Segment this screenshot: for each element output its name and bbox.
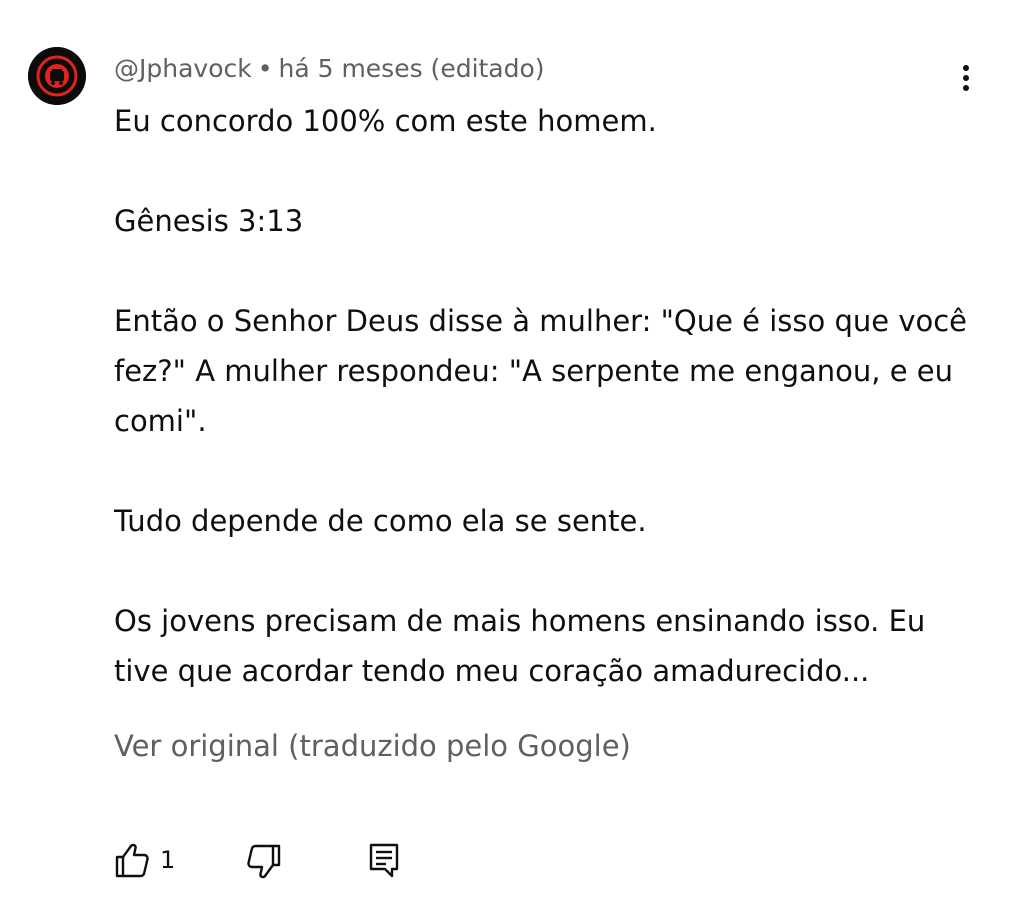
comment-icon [369, 843, 399, 878]
see-original-link[interactable]: Ver original (traduzido pelo Google) [114, 726, 631, 766]
more-vert-icon-dot [963, 75, 969, 81]
comment-timestamp: há 5 meses (editado) [278, 54, 545, 83]
meta-separator: • [257, 54, 273, 83]
like-button[interactable]: 1 [112, 838, 182, 882]
like-count: 1 [160, 846, 176, 874]
more-vert-icon [963, 65, 969, 71]
comment-paragraph: Tudo depende de como ela se sente. [114, 504, 647, 538]
comment-paragraph: Os jovens precisam de mais homens ensina… [114, 604, 926, 688]
thumb-down-icon [247, 844, 281, 879]
comment-paragraph: Então o Senhor Deus disse à mulher: "Que… [114, 304, 968, 438]
reply-button[interactable] [364, 838, 408, 882]
avatar-logo-icon [28, 47, 86, 105]
comment-paragraph: Eu concordo 100% com este homem. [114, 104, 657, 138]
comment-body: Eu concordo 100% com este homem. Gênesis… [114, 96, 974, 696]
dislike-button[interactable] [244, 838, 288, 882]
avatar[interactable] [28, 47, 86, 105]
more-vert-icon-dot [963, 85, 969, 91]
thumb-up-icon [115, 843, 149, 878]
author-name[interactable]: @Jphavock [114, 54, 252, 83]
comment-paragraph: Gênesis 3:13 [114, 204, 304, 238]
more-options-button[interactable] [948, 58, 984, 98]
comment-header: @Jphavock • há 5 meses (editado) [114, 52, 545, 86]
comment-thread-item: @Jphavock • há 5 meses (editado) Eu concor… [0, 0, 1023, 918]
